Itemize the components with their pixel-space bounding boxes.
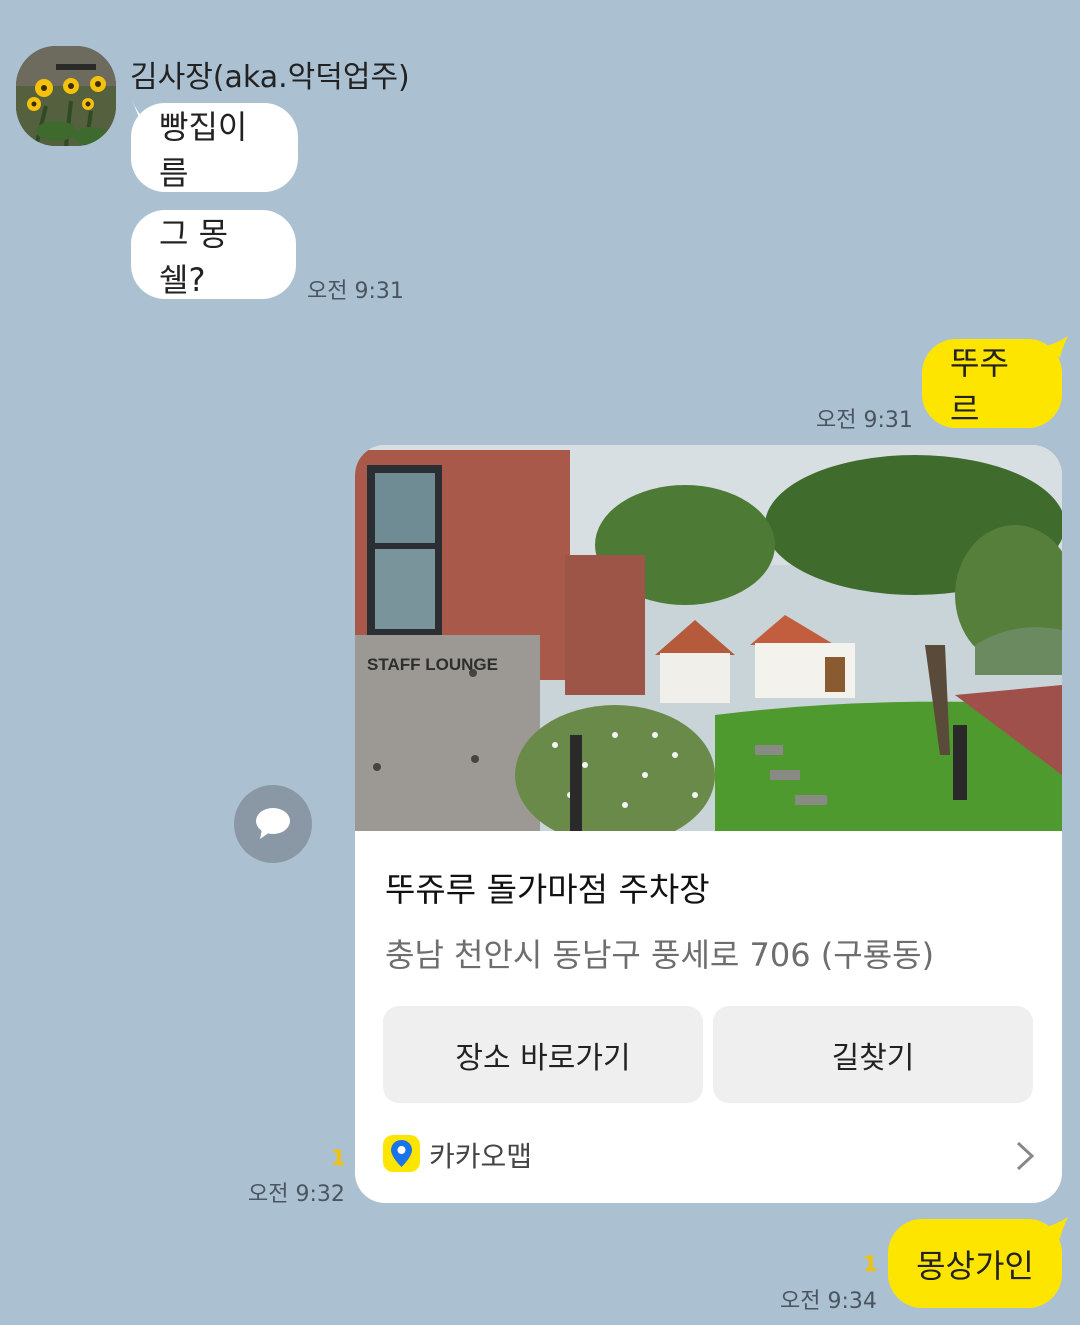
place-photo[interactable]: STAFF LOUNGE: [355, 445, 1062, 831]
staff-lounge-sign: STAFF LOUNGE: [367, 655, 498, 674]
unread-count: 1: [331, 1146, 346, 1170]
incoming-message[interactable]: 그 몽쉘?: [131, 210, 296, 299]
outgoing-message[interactable]: 몽상가인: [888, 1219, 1062, 1308]
provider-name: 카카오맵: [429, 1140, 533, 1173]
chevron-right-icon[interactable]: [1014, 1141, 1036, 1171]
incoming-message[interactable]: 빵집이름: [131, 103, 298, 192]
go-to-place-button[interactable]: 장소 바로가기: [383, 1006, 703, 1103]
place-address: 충남 천안시 동남구 풍세로 706 (구룡동): [385, 936, 935, 974]
map-pin-icon: [391, 1140, 412, 1167]
unread-count: 1: [863, 1252, 878, 1276]
share-button[interactable]: [234, 785, 312, 863]
place-card[interactable]: STAFF LOUNGE 뚜쥬루 돌가마점 주차장 충남 천안시 동남구 풍세로…: [355, 445, 1062, 1203]
place-title: 뚜쥬루 돌가마점 주차장: [385, 870, 710, 909]
kakaomap-logo: [383, 1135, 420, 1172]
message-timestamp: 오전 9:34: [780, 1289, 877, 1314]
outgoing-bubble-tail: [1046, 1217, 1068, 1239]
avatar-flower-image: [16, 46, 116, 146]
directions-button[interactable]: 길찾기: [713, 1006, 1033, 1103]
message-timestamp: 오전 9:31: [307, 279, 404, 304]
message-timestamp: 오전 9:32: [248, 1182, 345, 1207]
outgoing-bubble-tail: [1046, 336, 1068, 358]
sender-avatar[interactable]: [16, 46, 116, 146]
message-timestamp: 오전 9:31: [816, 408, 913, 433]
sender-name: 김사장(aka.악덕업주): [130, 60, 410, 95]
outgoing-message[interactable]: 뚜주르: [922, 339, 1062, 428]
speech-bubble-icon: [256, 808, 290, 839]
